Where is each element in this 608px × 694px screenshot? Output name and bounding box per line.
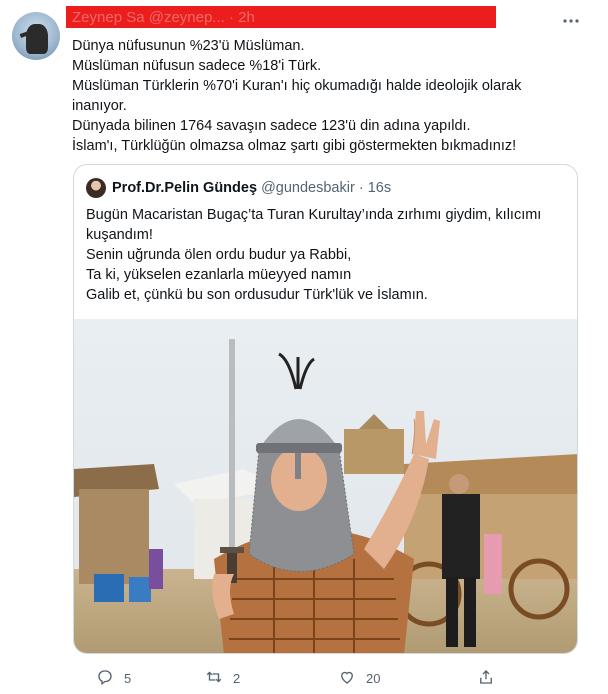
quote-header: Prof.Dr.Pelin Gündeş @gundesbakir · 16s (112, 178, 391, 198)
quote-line: Galib et, çünkü bu son ordusudur Türk'lü… (86, 287, 428, 303)
quote-author-handle[interactable]: @gundesbakir (261, 180, 355, 196)
quote-text: Bugün Macaristan Bugaç’ta Turan Kurultay… (86, 205, 566, 305)
tweet-line: Müslüman Türklerin %70'i Kuran'ı hiç oku… (72, 78, 522, 94)
share-icon (477, 668, 495, 689)
tweet-text: Dünya nüfusunun %23'ü Müslüman. Müslüman… (72, 36, 592, 156)
action-bar: 5 2 20 (72, 668, 592, 690)
retweet-button[interactable]: 2 (205, 668, 240, 688)
reply-button[interactable]: 5 (96, 668, 131, 688)
quoted-tweet[interactable]: Prof.Dr.Pelin Gündeş @gundesbakir · 16s … (73, 164, 578, 654)
heart-icon (338, 668, 356, 689)
reply-icon (96, 668, 114, 689)
author-line[interactable]: Zeynep Sa @zeynep... · 2h (72, 9, 255, 26)
tweet-line: Dünya nüfusunun %23'ü Müslüman. (72, 38, 305, 54)
share-button[interactable] (477, 668, 495, 688)
quote-photo[interactable] (74, 319, 578, 654)
quote-line: kuşandım! (86, 227, 153, 243)
avatar[interactable] (12, 12, 60, 60)
separator-dot: · (358, 180, 364, 196)
like-count: 20 (366, 670, 381, 686)
ellipsis-icon[interactable] (562, 12, 580, 30)
tweet-line: Müslüman nüfusun sadece %18'i Türk. (72, 58, 322, 74)
redacted-author-bar: Zeynep Sa @zeynep... · 2h (66, 6, 496, 28)
quote-avatar[interactable] (86, 178, 106, 198)
tweet-line: inanıyor. (72, 98, 127, 114)
tweet-line: İslam'ı, Türklüğün olmazsa olmaz şartı g… (72, 138, 517, 154)
retweet-count: 2 (233, 670, 241, 686)
retweet-icon (205, 668, 223, 689)
reply-count: 5 (124, 670, 132, 686)
quote-timestamp[interactable]: 16s (368, 180, 391, 196)
quote-line: Senin uğrunda ölen ordu budur ya Rabbi, (86, 247, 352, 263)
like-button[interactable]: 20 (338, 668, 380, 688)
quote-line: Ta ki, yükselen ezanlarla müeyyed namın (86, 267, 352, 283)
tweet-line: Dünyada bilinen 1764 savaşın sadece 123'… (72, 118, 471, 134)
quote-author-name[interactable]: Prof.Dr.Pelin Gündeş (112, 180, 257, 196)
quote-line: Bugün Macaristan Bugaç’ta Turan Kurultay… (86, 207, 542, 223)
